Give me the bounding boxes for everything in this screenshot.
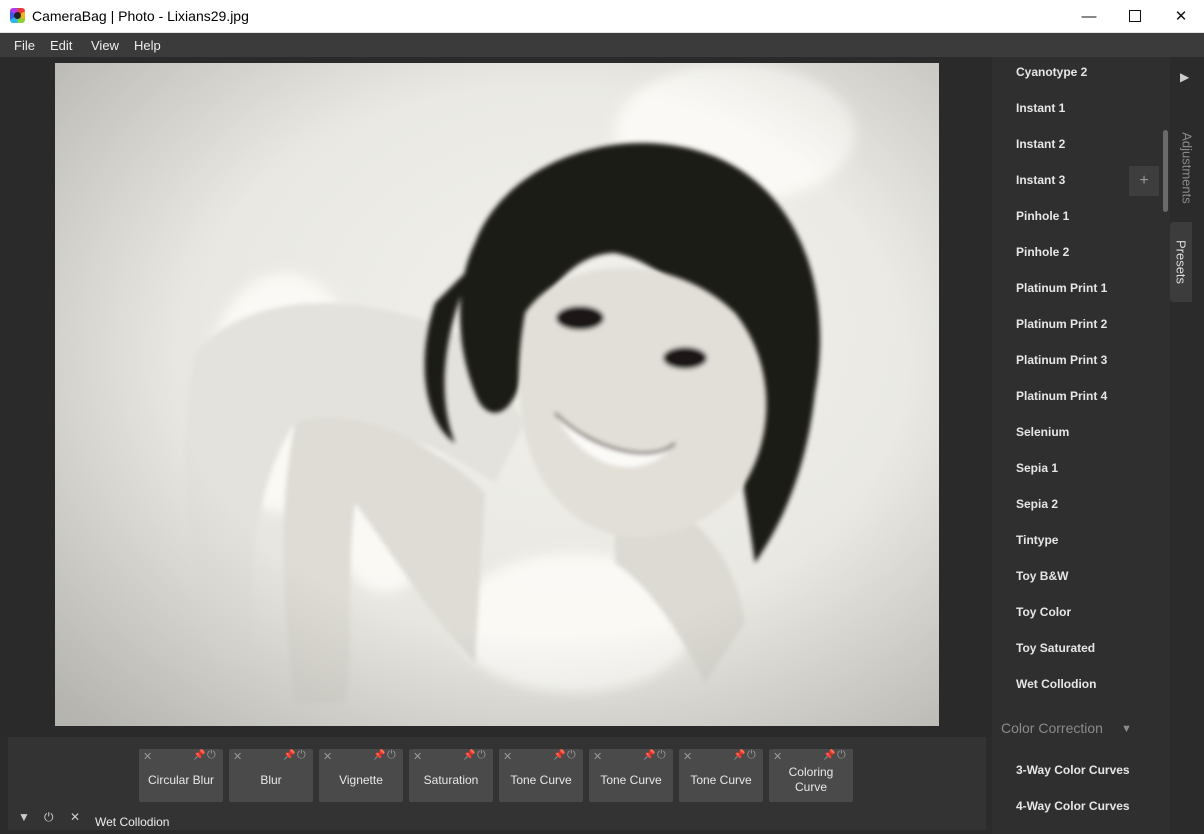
adjustment-label: Vignette (339, 772, 383, 787)
remove-icon[interactable]: ✕ (143, 750, 152, 763)
power-icon[interactable]: ⏻ (477, 749, 486, 762)
color-correction-header[interactable]: Color Correction (1001, 720, 1103, 736)
power-icon[interactable]: ⏻ (657, 749, 666, 762)
adjustment-card-blur[interactable]: ✕ 📌 ⏻ Blur (229, 749, 313, 802)
pin-icon[interactable]: 📌 (283, 750, 295, 761)
sidebar-scrollbar[interactable] (1163, 130, 1168, 212)
preset-item[interactable]: Tintype (1016, 533, 1058, 547)
add-preset-button[interactable]: + (1129, 166, 1159, 196)
minimize-button[interactable]: — (1066, 0, 1112, 32)
adjustment-label: Tone Curve (600, 772, 662, 787)
preset-item[interactable]: 3-Way Color Curves (1016, 763, 1130, 777)
adjustment-label: Coloring Curve (788, 765, 834, 794)
preset-item[interactable]: Toy B&W (1016, 569, 1068, 583)
pin-icon[interactable]: 📌 (463, 750, 475, 761)
power-icon[interactable]: ⏻ (387, 749, 396, 762)
title-bar: CameraBag | Photo - Lixians29.jpg — ✕ (0, 0, 1204, 33)
minimize-icon: — (1081, 7, 1097, 25)
preset-item[interactable]: Platinum Print 2 (1016, 317, 1107, 331)
adjustments-stack-panel: ✕ 📌 ⏻ Circular Blur ✕ 📌 ⏻ Blur ✕ 📌 ⏻ Vig… (8, 737, 986, 830)
photo-preview[interactable] (55, 63, 939, 726)
menu-bar: File Edit View Help (0, 33, 1204, 57)
menu-view[interactable]: View (91, 38, 119, 53)
preset-item[interactable]: Toy Color (1016, 605, 1071, 619)
window-title: CameraBag | Photo - Lixians29.jpg (32, 8, 249, 24)
preset-item[interactable]: Wet Collodion (1016, 677, 1096, 691)
active-preset-name: Wet Collodion (95, 815, 170, 829)
pin-icon[interactable]: 📌 (823, 750, 835, 761)
power-icon[interactable]: ⏻ (297, 749, 306, 762)
preset-item[interactable]: Selenium (1016, 425, 1069, 439)
adjustment-card-tone-curve-3[interactable]: ✕ 📌 ⏻ Tone Curve (679, 749, 763, 802)
collapse-panel-icon[interactable]: ▼ (18, 810, 30, 824)
power-icon[interactable]: ⏻ (837, 749, 846, 762)
tab-presets-label: Presets (1173, 239, 1189, 285)
preset-item[interactable]: Pinhole 2 (1016, 245, 1069, 259)
close-window-button[interactable]: ✕ (1158, 0, 1204, 32)
presets-sidebar: Cyanotype 2 Instant 1 Instant 2 Instant … (992, 57, 1170, 834)
menu-help[interactable]: Help (134, 38, 161, 53)
remove-icon[interactable]: ✕ (233, 750, 242, 763)
tab-presets[interactable]: Presets (1170, 222, 1192, 302)
adjustment-label: Circular Blur (147, 772, 214, 787)
plus-icon: + (1139, 172, 1149, 189)
remove-icon[interactable]: ✕ (413, 750, 422, 763)
maximize-button[interactable] (1112, 0, 1158, 32)
preset-power-icon[interactable]: ⏻ (44, 810, 54, 825)
preset-item[interactable]: 4-Way Color Curves (1016, 799, 1130, 813)
pin-icon[interactable]: 📌 (643, 750, 655, 761)
photo-illustration (55, 63, 939, 726)
adjustment-label: Blur (260, 772, 282, 787)
pin-icon[interactable]: 📌 (193, 750, 205, 761)
preset-item[interactable]: Platinum Print 1 (1016, 281, 1107, 295)
preset-item[interactable]: Platinum Print 3 (1016, 353, 1107, 367)
pin-icon[interactable]: 📌 (373, 750, 385, 761)
tab-adjustments-label: Adjustments (1179, 132, 1195, 204)
close-icon: ✕ (1174, 8, 1188, 25)
preset-item[interactable]: Instant 1 (1016, 101, 1065, 115)
clear-preset-icon[interactable]: ✕ (70, 810, 80, 824)
side-tab-strip: ▶ Adjustments Presets (1170, 57, 1204, 834)
adjustment-card-tone-curve-1[interactable]: ✕ 📌 ⏻ Tone Curve (499, 749, 583, 802)
adjustment-card-tone-curve-2[interactable]: ✕ 📌 ⏻ Tone Curve (589, 749, 673, 802)
maximize-icon (1129, 10, 1141, 22)
menu-edit[interactable]: Edit (50, 38, 72, 53)
adjustment-label: Tone Curve (690, 772, 752, 787)
preset-item[interactable]: Sepia 1 (1016, 461, 1058, 475)
power-icon[interactable]: ⏻ (207, 749, 216, 762)
remove-icon[interactable]: ✕ (683, 750, 692, 763)
adjustment-card-coloring-curve[interactable]: ✕ 📌 ⏻ Coloring Curve (769, 749, 853, 802)
remove-icon[interactable]: ✕ (593, 750, 602, 763)
adjustment-card-circular-blur[interactable]: ✕ 📌 ⏻ Circular Blur (139, 749, 223, 802)
adjustment-label: Saturation (423, 772, 479, 787)
expand-panel-icon[interactable]: ▶ (1180, 70, 1189, 84)
preset-item[interactable]: Instant 2 (1016, 137, 1065, 151)
adjustment-label: Tone Curve (510, 772, 572, 787)
camerabag-app-icon (10, 8, 25, 23)
preset-item[interactable]: Cyanotype 2 (1016, 65, 1087, 79)
pin-icon[interactable]: 📌 (733, 750, 745, 761)
pin-icon[interactable]: 📌 (553, 750, 565, 761)
preset-item[interactable]: Pinhole 1 (1016, 209, 1069, 223)
power-icon[interactable]: ⏻ (747, 749, 756, 762)
preset-item[interactable]: Platinum Print 4 (1016, 389, 1107, 403)
remove-icon[interactable]: ✕ (323, 750, 332, 763)
adjustment-card-saturation[interactable]: ✕ 📌 ⏻ Saturation (409, 749, 493, 802)
power-icon[interactable]: ⏻ (567, 749, 576, 762)
remove-icon[interactable]: ✕ (773, 750, 782, 763)
menu-file[interactable]: File (14, 38, 35, 53)
tab-adjustments[interactable]: Adjustments (1170, 129, 1204, 207)
preset-item[interactable]: Sepia 2 (1016, 497, 1058, 511)
preset-item[interactable]: Instant 3 (1016, 173, 1065, 187)
remove-icon[interactable]: ✕ (503, 750, 512, 763)
preset-item[interactable]: Toy Saturated (1016, 641, 1095, 655)
chevron-down-icon[interactable]: ▼ (1121, 723, 1132, 735)
adjustment-card-vignette[interactable]: ✕ 📌 ⏻ Vignette (319, 749, 403, 802)
